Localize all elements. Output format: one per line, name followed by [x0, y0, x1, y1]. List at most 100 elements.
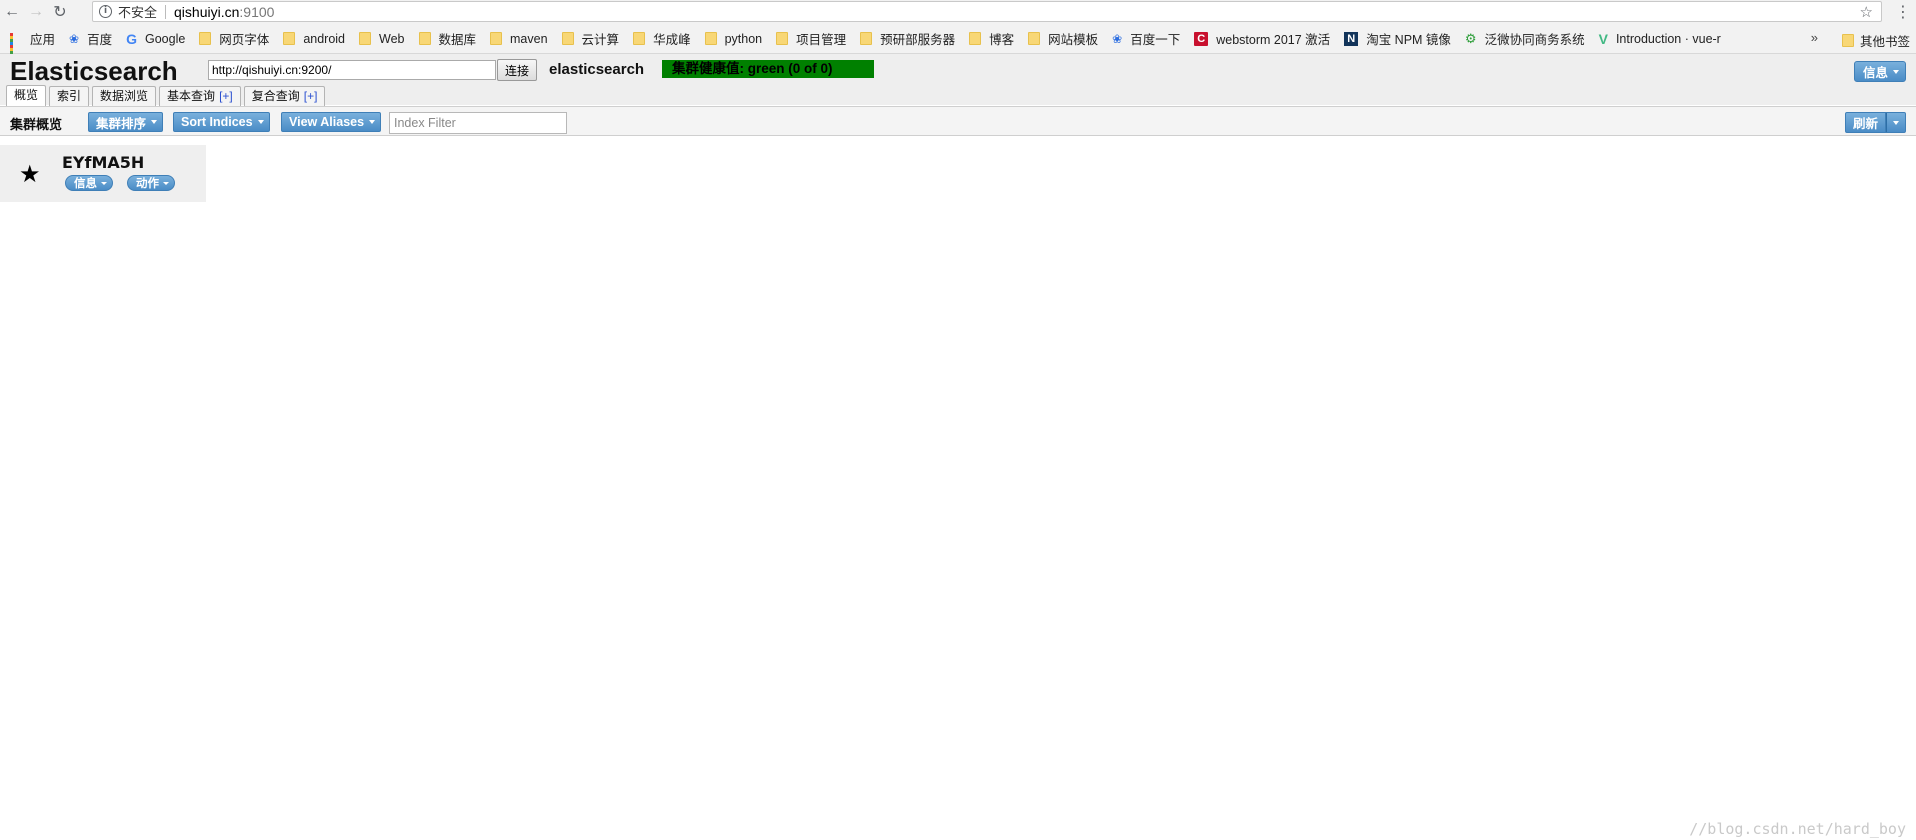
- refresh-button[interactable]: 刷新: [1844, 112, 1886, 133]
- back-arrow-icon[interactable]: ←: [0, 0, 24, 24]
- bookmark-item[interactable]: android: [283, 32, 345, 46]
- main-tabs: 概览 索引 数据浏览 基本查询 [+] 复合查询 [+]: [6, 85, 328, 106]
- bookmark-item[interactable]: 华成峰: [633, 29, 691, 48]
- tab-label: 基本查询: [167, 89, 216, 103]
- bookmark-label: 应用: [30, 33, 56, 47]
- url-port[interactable]: :9100: [239, 4, 274, 20]
- bookmarks-overflow-chevron-icon[interactable]: »: [1811, 30, 1818, 45]
- bookmark-label: 网站模板: [1048, 33, 1099, 47]
- browser-toolbar: ← → ↻ i 不安全 qishuiyi.cn:9100 ☆ ⋮: [0, 0, 1916, 24]
- bookmark-label: Web: [379, 31, 405, 46]
- folder-icon: [860, 32, 873, 45]
- bookmark-label: 预研部服务器: [880, 33, 956, 47]
- bookmark-label: Google: [144, 31, 186, 46]
- tab-label: 索引: [57, 89, 82, 103]
- bookmark-item[interactable]: N 淘宝 NPM 镜像: [1344, 29, 1451, 48]
- node-action-button[interactable]: 动作: [127, 175, 175, 191]
- bookmark-item[interactable]: G Google: [126, 31, 185, 47]
- app-title: Elasticsearch: [10, 56, 178, 86]
- tab-browser[interactable]: 数据浏览: [92, 86, 157, 106]
- node-name: EYfMA5H: [62, 153, 145, 172]
- overview-toolbar: 集群概览 集群排序 Sort Indices View Aliases 刷新: [0, 106, 1916, 136]
- folder-icon: [1028, 32, 1041, 45]
- sort-indices-label: Sort Indices: [181, 115, 253, 129]
- bookmark-item[interactable]: Web: [359, 31, 405, 46]
- folder-icon: [359, 32, 372, 45]
- app-header: Elasticsearch 连接 elasticsearch 集群健康值: gr…: [0, 54, 1916, 106]
- bookmark-item[interactable]: 博客: [969, 29, 1014, 48]
- bookmark-item[interactable]: V Introduction · vue-r: [1599, 31, 1721, 47]
- bookmark-label: 博客: [989, 33, 1015, 47]
- sort-indices-button[interactable]: Sort Indices: [173, 112, 270, 132]
- c-icon: C: [1194, 31, 1209, 46]
- view-aliases-button[interactable]: View Aliases: [281, 112, 382, 132]
- tab-overview[interactable]: 概览: [6, 85, 47, 106]
- caret-down-icon: [151, 120, 158, 124]
- bookmark-label: 云计算: [581, 33, 620, 47]
- browser-menu-icon[interactable]: ⋮: [1890, 0, 1916, 24]
- tab-label: 概览: [14, 88, 39, 102]
- bookmark-item[interactable]: 数据库: [418, 29, 476, 48]
- node-info-button[interactable]: 信息: [65, 175, 113, 191]
- security-label[interactable]: 不安全: [118, 2, 157, 21]
- bookmark-item[interactable]: ❀ 百度一下: [1112, 29, 1180, 48]
- tab-basic-query[interactable]: 基本查询 [+]: [159, 86, 241, 106]
- n-icon: N: [1344, 31, 1359, 46]
- bookmark-item[interactable]: ❀ 百度: [69, 29, 112, 48]
- bookmark-label: maven: [510, 31, 548, 46]
- bookmark-label: android: [303, 31, 346, 46]
- cluster-name: elasticsearch: [549, 61, 645, 78]
- google-icon: G: [126, 30, 137, 47]
- bookmark-item[interactable]: 项目管理: [776, 29, 846, 48]
- bookmark-item[interactable]: 云计算: [561, 29, 620, 48]
- cluster-health-badge: 集群健康值: green (0 of 0): [662, 60, 874, 78]
- tab-add-link[interactable]: [+]: [219, 89, 233, 103]
- bookmark-label: 华成峰: [653, 33, 691, 47]
- bookmark-item[interactable]: 网站模板: [1028, 29, 1098, 48]
- gear-icon: ⚙: [1464, 30, 1477, 46]
- bookmark-label: Introduction · vue-r: [1615, 31, 1721, 46]
- other-bookmarks[interactable]: 其他书签: [1841, 31, 1910, 50]
- folder-icon: [418, 32, 431, 45]
- tab-compound-query[interactable]: 复合查询 [+]: [243, 86, 326, 106]
- folder-icon: [199, 32, 212, 45]
- bookmark-item[interactable]: python: [704, 32, 762, 46]
- info-circle-icon[interactable]: i: [99, 5, 112, 18]
- address-bar[interactable]: i 不安全 qishuiyi.cn:9100 ☆: [92, 1, 1882, 22]
- bookmark-item[interactable]: 应用: [10, 29, 56, 60]
- tab-indices[interactable]: 索引: [49, 86, 90, 106]
- vue-icon: V: [1598, 30, 1608, 47]
- folder-icon: [490, 32, 503, 45]
- refresh-dropdown-button[interactable]: [1886, 112, 1906, 133]
- info-menu-button[interactable]: 信息: [1853, 61, 1906, 82]
- bookmark-item[interactable]: maven: [490, 32, 548, 46]
- folder-icon: [283, 32, 296, 45]
- bookmark-label: 网页字体: [219, 33, 270, 47]
- connect-url-input[interactable]: [208, 60, 496, 80]
- folder-icon: [561, 32, 574, 45]
- bookmark-label: 泛微协同商务系统: [1484, 33, 1585, 47]
- url-host[interactable]: qishuiyi.cn: [174, 4, 239, 20]
- bookmark-item[interactable]: 预研部服务器: [860, 29, 955, 48]
- tab-add-link[interactable]: [+]: [304, 89, 318, 103]
- forward-arrow-icon[interactable]: →: [24, 0, 48, 24]
- bookmark-item[interactable]: Cwebstorm 2017 激活: [1194, 29, 1330, 48]
- view-aliases-label: View Aliases: [289, 115, 365, 129]
- caret-down-icon: [257, 120, 264, 124]
- connect-button[interactable]: 连接: [497, 59, 537, 81]
- tab-label: 数据浏览: [100, 89, 149, 103]
- es-head-app: Elasticsearch 连接 elasticsearch 集群健康值: gr…: [0, 54, 1916, 840]
- bookmark-item[interactable]: ⚙ 泛微协同商务系统: [1465, 29, 1585, 48]
- sort-cluster-button[interactable]: 集群排序: [88, 112, 164, 132]
- folder-icon: [1841, 34, 1854, 47]
- caret-down-icon: [369, 120, 376, 124]
- reload-icon[interactable]: ↻: [48, 0, 72, 24]
- folder-icon: [969, 32, 982, 45]
- bookmark-label: 百度: [87, 33, 113, 47]
- sort-cluster-label: 集群排序: [96, 116, 147, 131]
- bookmark-item[interactable]: 网页字体: [199, 29, 269, 48]
- bookmark-star-icon[interactable]: ☆: [1860, 3, 1873, 21]
- index-filter-input[interactable]: [389, 112, 567, 134]
- omnibox-separator: [165, 4, 167, 19]
- bookmark-label: webstorm 2017 激活: [1216, 33, 1331, 47]
